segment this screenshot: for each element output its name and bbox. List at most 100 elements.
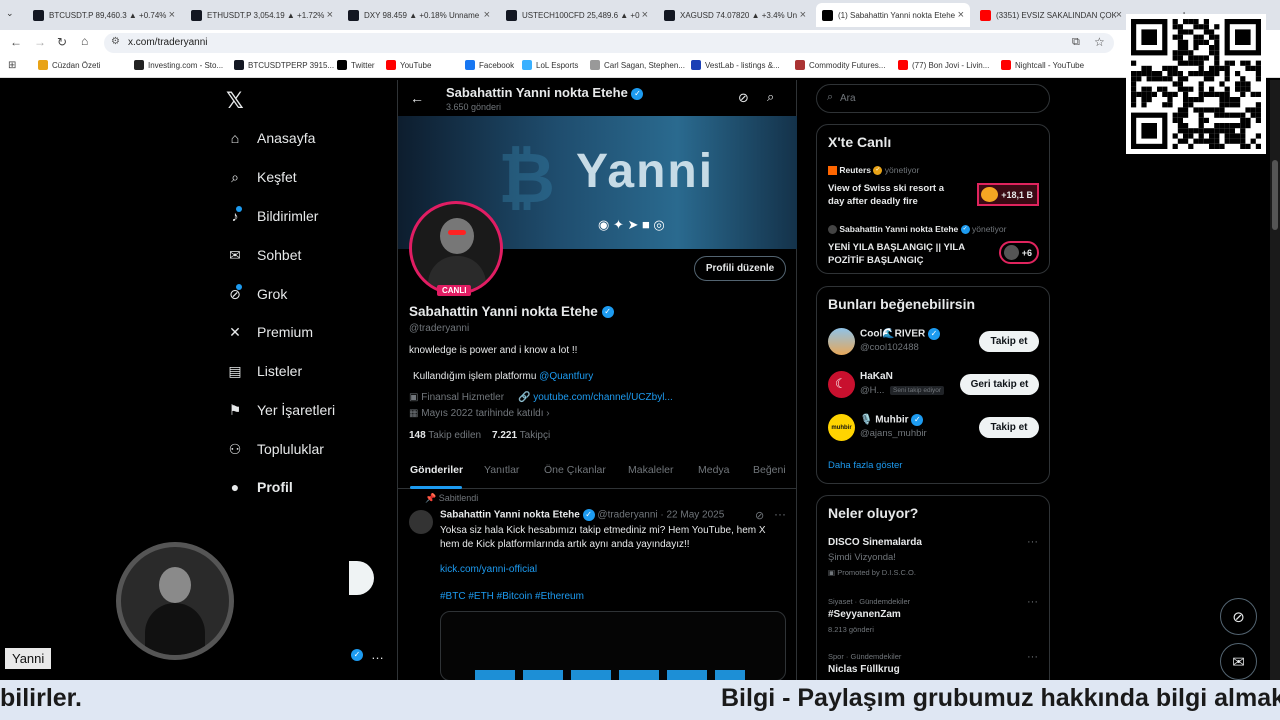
profile-tab[interactable]: Yanıtlar xyxy=(484,464,519,476)
nav-item-people[interactable]: ⚇ Topluluklar xyxy=(226,434,324,464)
post-hashtags[interactable]: #BTC #ETH #Bitcoin #Ethereum xyxy=(440,591,584,602)
header-name: Sabahattin Yanni nokta Etehe ✓ xyxy=(446,85,644,100)
nav-item-bell[interactable]: ♪ Bildirimler xyxy=(226,201,318,231)
notification-dot xyxy=(236,206,242,212)
home-browser-icon[interactable]: ⌂ xyxy=(81,34,88,48)
grok-analyze-icon[interactable]: ⊘ xyxy=(738,90,749,106)
forward-icon[interactable]: → xyxy=(34,35,46,49)
scrollbar-thumb[interactable] xyxy=(1272,160,1278,230)
trend-more-icon-2[interactable]: ··· xyxy=(1027,596,1038,608)
post-media[interactable] xyxy=(440,611,786,681)
nav-item-x[interactable]: ✕ Premium xyxy=(226,317,313,347)
close-tab-icon[interactable]: × xyxy=(484,9,490,21)
nav-item-bookmark[interactable]: ⚑ Yer İşaretleri xyxy=(226,395,335,425)
trend-name-2[interactable]: #SeyyanenZam xyxy=(828,609,901,620)
profile-tab[interactable]: Gönderiler xyxy=(410,464,463,476)
reload-icon[interactable]: ↻ xyxy=(57,35,67,49)
page-scrollbar[interactable] xyxy=(1270,80,1280,680)
close-tab-icon[interactable]: × xyxy=(327,9,333,21)
bookmark-item[interactable]: Investing.com - Sto... xyxy=(134,60,223,70)
browser-tab[interactable]: XAGUSD 74.07820 ▲ +3.4% Un × xyxy=(658,3,812,27)
live-title-2[interactable]: YENİ YILA BAŞLANGIÇ || YILA POZİTİF BAŞL… xyxy=(828,241,968,267)
post-link[interactable]: kick.com/yanni-official xyxy=(440,564,537,575)
close-tab-icon[interactable]: × xyxy=(642,9,648,21)
nav-item-search[interactable]: ⌕ Keşfet xyxy=(226,162,297,192)
grok-float-icon[interactable]: ⊘ xyxy=(1220,598,1257,635)
nav-item-list[interactable]: ▤ Listeler xyxy=(226,356,302,386)
bookmark-item[interactable]: VestLab - listings &... xyxy=(691,60,780,70)
profile-avatar[interactable] xyxy=(409,201,503,295)
calendar-icon: ▦ xyxy=(409,408,419,419)
trend-name-1[interactable]: DISCO Sinemalarda xyxy=(828,537,922,548)
close-tab-icon[interactable]: × xyxy=(1116,9,1122,21)
live-title-1[interactable]: View of Swiss ski resort a day after dea… xyxy=(828,182,958,208)
back-arrow-icon[interactable]: ← xyxy=(410,90,424,106)
suggest-avatar-1[interactable] xyxy=(828,328,855,355)
follow-button-1[interactable]: Takip et xyxy=(979,331,1039,352)
bookmark-item[interactable]: Carl Sagan, Stephen... xyxy=(590,60,685,70)
site-info-icon[interactable]: ⚙ xyxy=(111,36,120,47)
browser-tab[interactable]: DXY 98.459 ▲ +0.18% Unname × xyxy=(342,3,496,27)
following-stat[interactable]: 148 Takip edilen xyxy=(409,430,481,441)
profile-tab[interactable]: Öne Çıkanlar xyxy=(544,464,606,476)
bookmark-item[interactable]: YouTube xyxy=(386,60,431,70)
browser-tab[interactable]: BTCUSDT.P 89,460.3 ▲ +0.74% × xyxy=(27,3,181,27)
post-button-partial[interactable] xyxy=(349,561,374,595)
trend-more-icon-1[interactable]: ··· xyxy=(1027,536,1038,548)
back-icon[interactable]: ← xyxy=(10,35,22,49)
bookmark-favicon-icon xyxy=(38,60,48,70)
nav-item-mail[interactable]: ✉ Sohbet xyxy=(226,240,301,270)
bookmark-item[interactable]: BTCUSDTPERP 3915... xyxy=(234,60,334,70)
bookmark-label: Investing.com - Sto... xyxy=(148,60,224,70)
bookmark-item[interactable]: (77) Bon Jovi - Livin... xyxy=(898,60,989,70)
profile-tab[interactable]: Medya xyxy=(698,464,730,476)
x-logo-icon[interactable]: 𝕏 xyxy=(226,88,244,114)
quantfury-link[interactable]: @Quantfury xyxy=(539,371,593,382)
follow-back-button[interactable]: Geri takip et xyxy=(960,374,1039,395)
followers-stat[interactable]: 7.221 Takipçi xyxy=(492,430,550,441)
live-count-1[interactable]: +18,1 B xyxy=(977,183,1039,206)
search-profile-icon[interactable]: ⌕ xyxy=(767,89,774,105)
bookmark-item[interactable]: Nightcall - YouTube xyxy=(1001,60,1084,70)
show-more-link[interactable]: Daha fazla göster xyxy=(828,460,902,471)
bookmark-item[interactable]: Cüzdan Özeti xyxy=(38,60,100,70)
search-input[interactable]: ⌕ Ara xyxy=(816,84,1050,113)
bookmark-icon: ⚑ xyxy=(228,401,242,418)
apps-grid-icon[interactable]: ⊞ xyxy=(8,60,16,71)
follow-button-3[interactable]: Takip et xyxy=(979,417,1039,438)
close-tab-icon[interactable]: × xyxy=(958,9,964,21)
post-avatar[interactable] xyxy=(409,510,433,534)
suggest-avatar-2[interactable]: ☾ xyxy=(828,371,855,398)
close-tab-icon[interactable]: × xyxy=(800,9,806,21)
trend-context-2: Siyaset · Gündemdekiler xyxy=(828,597,911,606)
browser-tab[interactable]: USTECH100CFD 25,489.6 ▲ +0 × xyxy=(500,3,654,27)
url-field[interactable]: ⚙ x.com/traderyanni ⧉ ☆ xyxy=(104,33,1114,53)
post-grok-icon[interactable]: ⊘ xyxy=(755,509,764,522)
install-app-icon[interactable]: ⧉ xyxy=(1072,36,1080,49)
profile-tab[interactable]: Makaleler xyxy=(628,464,674,476)
bookmark-item[interactable]: LoL Esports xyxy=(522,60,578,70)
browser-tab[interactable]: (1) Sabahattin Yanni nokta Etehe × xyxy=(816,3,970,27)
nav-item-person[interactable]: ● Profil xyxy=(226,472,293,502)
tab-list-chevron-icon[interactable]: ⌄ xyxy=(6,8,14,19)
nav-item-grok[interactable]: ⊘ Grok xyxy=(226,279,287,309)
live-count-2[interactable]: +6 xyxy=(999,241,1039,264)
edit-profile-button[interactable]: Profili düzenle xyxy=(694,256,786,281)
bookmark-item[interactable]: Twitter xyxy=(337,60,375,70)
messages-float-icon[interactable]: ✉ xyxy=(1220,643,1257,680)
bookmark-item[interactable]: Facebook xyxy=(465,60,514,70)
suggest-avatar-3[interactable]: muhbir xyxy=(828,414,855,441)
account-more-icon[interactable]: … xyxy=(371,647,384,662)
browser-tab[interactable]: ETHUSDT.P 3,054.19 ▲ +1.72% × xyxy=(185,3,339,27)
profile-website[interactable]: 🔗 youtube.com/channel/UCZbyl... xyxy=(518,392,673,403)
close-tab-icon[interactable]: × xyxy=(169,9,175,21)
nav-item-home[interactable]: ⌂ Anasayfa xyxy=(226,123,316,153)
trend-more-icon-3[interactable]: ··· xyxy=(1027,651,1038,663)
profile-tab[interactable]: Beğeni xyxy=(753,464,786,476)
post-more-icon[interactable]: ··· xyxy=(774,507,786,521)
bookmark-item[interactable]: Commodity Futures... xyxy=(795,60,885,70)
browser-tab[interactable]: (3351) EVSIZ SAKALINDAN ÇOK × xyxy=(974,3,1128,27)
trend-name-3[interactable]: Niclas Füllkrug xyxy=(828,664,900,675)
bookmark-star-icon[interactable]: ☆ xyxy=(1094,35,1105,49)
verified-icon: ✓ xyxy=(631,87,644,100)
